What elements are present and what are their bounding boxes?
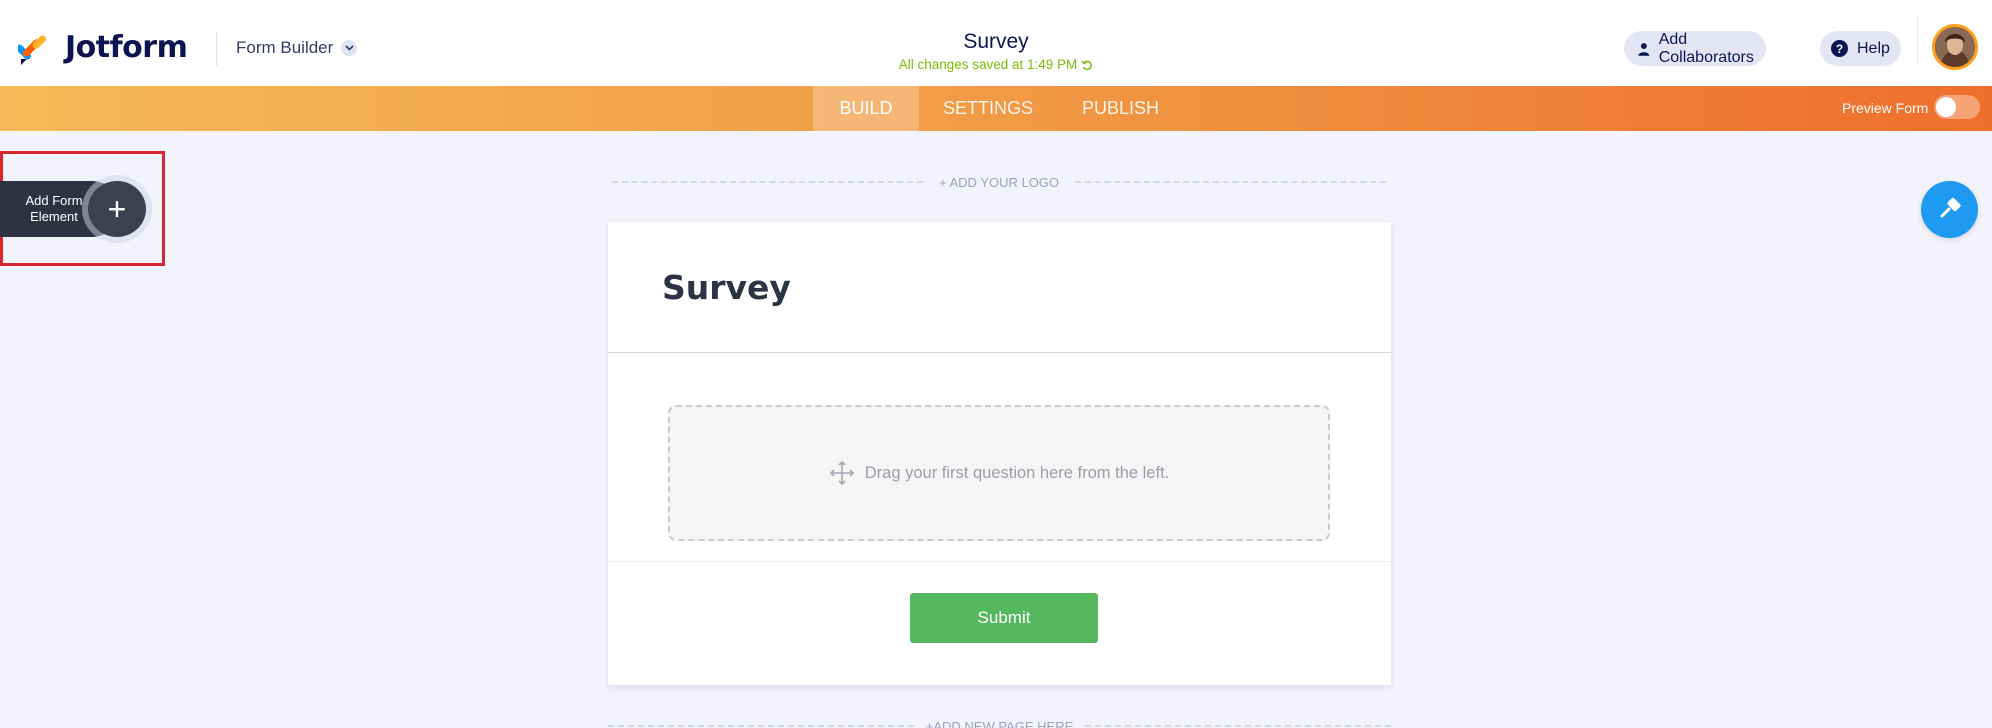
undo-icon[interactable] — [1081, 59, 1093, 71]
form-builder-label: Form Builder — [236, 38, 334, 57]
form-heading[interactable]: Survey — [662, 268, 791, 307]
submit-divider — [608, 561, 1391, 562]
tab-publish[interactable]: PUBLISH — [1063, 86, 1178, 131]
plus-icon[interactable]: + — [88, 181, 146, 237]
add-logo-slot[interactable]: + ADD YOUR LOGO — [612, 172, 1387, 192]
help-icon: ? — [1831, 40, 1848, 57]
add-new-page-slot[interactable]: +ADD NEW PAGE HERE — [608, 716, 1392, 728]
avatar[interactable] — [1932, 24, 1978, 70]
builder-navbar: BUILD SETTINGS PUBLISH Preview Form — [0, 86, 1992, 131]
form-builder-menu[interactable]: Form Builder — [236, 38, 358, 58]
paint-roller-icon — [1940, 197, 1961, 217]
chevron-down-icon — [341, 40, 358, 56]
tab-build[interactable]: BUILD — [813, 86, 919, 131]
add-collaborators-label: Add Collaborators — [1658, 30, 1754, 66]
dashed-divider — [1075, 181, 1387, 183]
user-icon — [1638, 42, 1650, 56]
jotform-logo-icon — [18, 34, 47, 65]
dashed-divider — [608, 725, 914, 727]
help-button[interactable]: ? Help — [1820, 31, 1901, 66]
help-label: Help — [1857, 39, 1890, 57]
form-card: Survey Drag your first question here fro… — [608, 222, 1391, 685]
add-form-element-button[interactable]: Add Form Element + — [0, 181, 146, 237]
header-divider — [216, 32, 217, 66]
dashed-divider — [1085, 725, 1392, 727]
add-logo-label: + ADD YOUR LOGO — [938, 174, 1060, 190]
save-status: All changes saved at 1:49 PM — [846, 57, 1146, 72]
toggle-knob — [1936, 97, 1956, 117]
question-drop-zone[interactable]: Drag your first question here from the l… — [668, 405, 1330, 541]
add-new-page-label: +ADD NEW PAGE HERE — [925, 718, 1074, 728]
add-collaborators-button[interactable]: Add Collaborators — [1624, 31, 1766, 66]
drop-zone-text: Drag your first question here from the l… — [864, 463, 1170, 482]
jotform-logo[interactable]: Jotform — [18, 30, 188, 65]
form-designer-button[interactable] — [1921, 181, 1978, 238]
user-photo — [1935, 27, 1975, 67]
preview-form-label: Preview Form — [1842, 100, 1929, 116]
header-divider — [1917, 16, 1918, 66]
tab-settings[interactable]: SETTINGS — [931, 86, 1045, 131]
app-name: Jotform — [65, 30, 188, 65]
dashed-divider — [612, 181, 923, 183]
save-status-text: All changes saved at 1:49 PM — [898, 57, 1078, 72]
move-icon — [829, 460, 854, 486]
form-title[interactable]: Survey — [896, 30, 1096, 54]
preview-form-toggle[interactable] — [1934, 95, 1980, 119]
submit-button[interactable]: Submit — [910, 593, 1098, 643]
heading-divider — [608, 352, 1391, 353]
top-header: Jotform Form Builder Survey All changes … — [0, 0, 1992, 86]
